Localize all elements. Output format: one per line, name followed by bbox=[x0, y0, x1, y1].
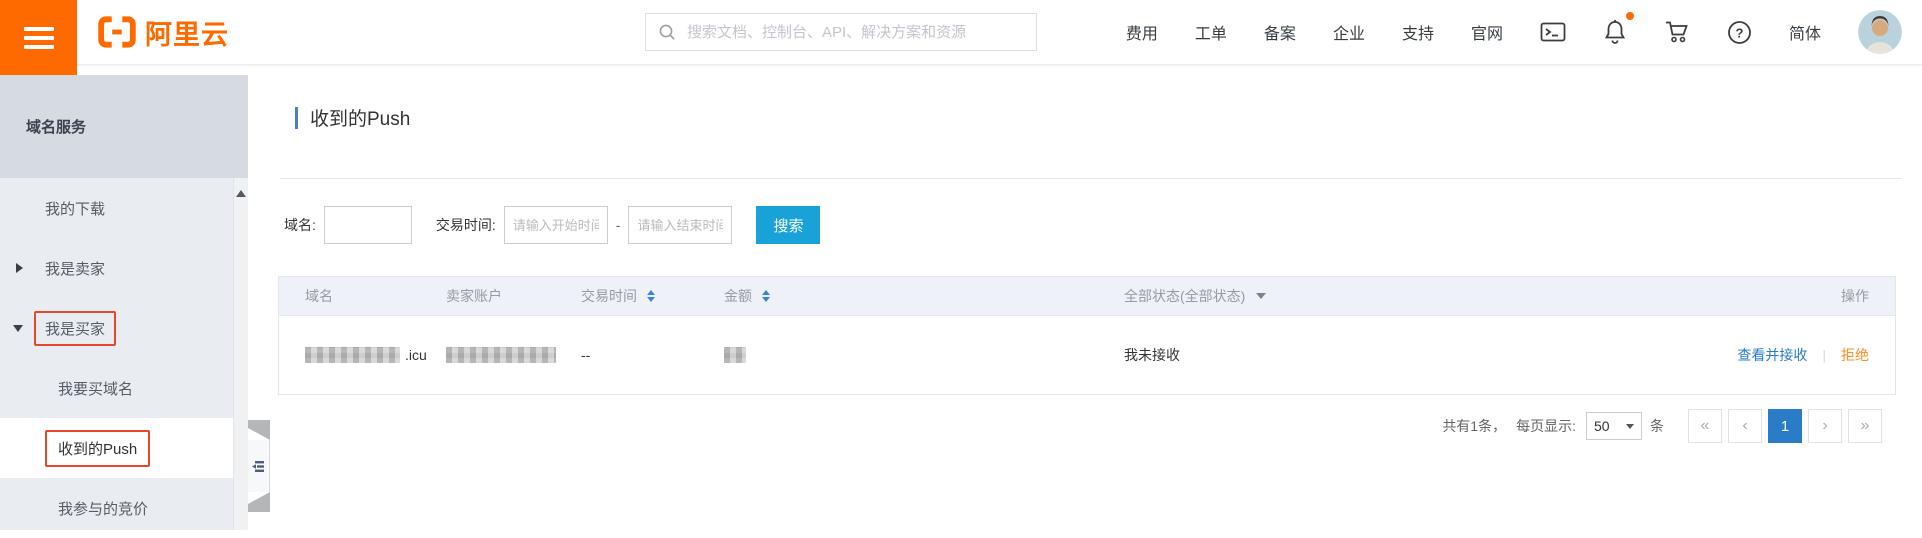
aliyun-logo-icon bbox=[98, 16, 136, 48]
sort-icon-amount[interactable] bbox=[762, 290, 770, 302]
redacted-amount-blur bbox=[724, 347, 746, 363]
notification-bell-icon[interactable] bbox=[1603, 19, 1627, 45]
sidebar-item-i-am-seller[interactable]: 我是卖家 bbox=[0, 238, 248, 298]
aliyun-logo[interactable]: 阿里云 bbox=[98, 0, 229, 64]
sidebar: 域名服务 我的下载 我是卖家 我是买家 我要买域名 收到的Push 我参与的竞价 bbox=[0, 64, 248, 530]
annotation-box-buyer: 我是买家 bbox=[34, 311, 116, 346]
col-actions: 操作 bbox=[1841, 277, 1869, 315]
domain-filter-input[interactable] bbox=[324, 206, 412, 244]
annotation-box-received-push: 收到的Push bbox=[45, 430, 150, 467]
chevron-right-icon bbox=[16, 263, 23, 273]
nav-support[interactable]: 支持 bbox=[1402, 20, 1434, 44]
row-amount bbox=[724, 316, 746, 394]
filter-bar: 域名: 交易时间: - 搜索 bbox=[284, 205, 820, 245]
select-caret-icon bbox=[1626, 424, 1634, 429]
header-nav: 费用 工单 备案 企业 支持 官网 bbox=[1126, 0, 1902, 64]
range-separator: - bbox=[616, 217, 621, 233]
nav-enterprise[interactable]: 企业 bbox=[1333, 20, 1365, 44]
table-header-row: 域名 卖家账户 交易时间 金额 全部状态(全部状态) bbox=[279, 277, 1895, 316]
title-divider bbox=[280, 178, 1902, 179]
domain-filter-label: 域名: bbox=[284, 215, 316, 235]
view-and-accept-link[interactable]: 查看并接收 bbox=[1737, 345, 1807, 365]
sidebar-item-received-push[interactable]: 收到的Push bbox=[0, 418, 248, 478]
push-table: 域名 卖家账户 交易时间 金额 全部状态(全部状态) bbox=[278, 276, 1896, 395]
first-page-button[interactable]: « bbox=[1688, 409, 1722, 443]
svg-text:?: ? bbox=[1736, 25, 1744, 40]
time-filter-label: 交易时间: bbox=[436, 215, 496, 235]
dropdown-caret-icon bbox=[1256, 293, 1266, 299]
sidebar-item-i-am-buyer[interactable]: 我是买家 bbox=[0, 298, 248, 358]
sidebar-collapse-handle[interactable] bbox=[248, 420, 270, 512]
sidebar-item-my-auctions[interactable]: 我参与的竞价 bbox=[0, 478, 248, 538]
search-icon bbox=[658, 23, 676, 41]
sidebar-item-buy-domain[interactable]: 我要买域名 bbox=[0, 358, 248, 418]
col-status-filter[interactable]: 全部状态(全部状态) bbox=[1124, 277, 1266, 315]
redacted-domain-blur bbox=[305, 347, 400, 363]
table-row: .icu -- 我未接收 查看并接收 | 拒绝 bbox=[279, 316, 1895, 394]
aliyun-logo-text: 阿里云 bbox=[145, 13, 229, 52]
title-accent-bar bbox=[295, 107, 298, 129]
sort-icon-time[interactable] bbox=[647, 290, 655, 302]
nav-website[interactable]: 官网 bbox=[1471, 20, 1503, 44]
last-page-button[interactable]: » bbox=[1848, 409, 1882, 443]
start-time-input[interactable] bbox=[504, 206, 608, 244]
total-count-text: 共有1条， bbox=[1442, 416, 1506, 436]
help-icon[interactable]: ? bbox=[1727, 20, 1752, 45]
chevron-down-icon bbox=[13, 325, 23, 332]
search-button[interactable]: 搜索 bbox=[756, 206, 820, 244]
language-switch[interactable]: 简体 bbox=[1789, 20, 1821, 44]
user-avatar[interactable] bbox=[1858, 10, 1902, 54]
search-input[interactable] bbox=[685, 23, 1024, 42]
col-transaction-time: 交易时间 bbox=[581, 277, 655, 315]
top-header: 阿里云 费用 工单 备案 企业 支持 官网 bbox=[0, 0, 1922, 65]
pagination-bar: 共有1条， 每页显示: 50 条 « ‹ 1 › » bbox=[1442, 408, 1882, 444]
row-status: 我未接收 bbox=[1124, 316, 1180, 394]
col-seller-account: 卖家账户 bbox=[446, 277, 502, 315]
row-transaction-time: -- bbox=[581, 316, 590, 394]
row-seller-account bbox=[446, 316, 556, 394]
sidebar-scrollbar[interactable] bbox=[233, 178, 248, 530]
prev-page-button[interactable]: ‹ bbox=[1728, 409, 1762, 443]
row-actions: 查看并接收 | 拒绝 bbox=[1737, 316, 1869, 394]
redacted-account-blur bbox=[446, 347, 556, 363]
hamburger-menu-button[interactable] bbox=[0, 0, 77, 75]
sidebar-item-my-downloads[interactable]: 我的下载 bbox=[0, 178, 248, 238]
nav-tickets[interactable]: 工单 bbox=[1195, 20, 1227, 44]
console-terminal-icon[interactable] bbox=[1540, 21, 1566, 43]
nav-icp[interactable]: 备案 bbox=[1264, 20, 1296, 44]
per-page-label: 每页显示: bbox=[1516, 416, 1576, 436]
next-page-button[interactable]: › bbox=[1808, 409, 1842, 443]
collapse-icon bbox=[252, 460, 265, 473]
cart-icon[interactable] bbox=[1664, 20, 1690, 44]
col-domain: 域名 bbox=[305, 277, 333, 315]
main-content: 收到的Push 域名: 交易时间: - 搜索 域名 卖家账户 交易时间 bbox=[262, 64, 1922, 530]
end-time-input[interactable] bbox=[628, 206, 732, 244]
page-title: 收到的Push bbox=[295, 104, 410, 131]
action-separator: | bbox=[1822, 347, 1826, 363]
domain-suffix: .icu bbox=[405, 347, 427, 363]
current-page-button[interactable]: 1 bbox=[1768, 409, 1802, 443]
global-search[interactable] bbox=[645, 13, 1037, 51]
reject-link[interactable]: 拒绝 bbox=[1841, 345, 1869, 365]
notification-badge-dot bbox=[1626, 12, 1634, 20]
per-page-unit: 条 bbox=[1650, 416, 1664, 436]
sidebar-title: 域名服务 bbox=[0, 75, 248, 178]
nav-billing[interactable]: 费用 bbox=[1126, 20, 1158, 44]
scroll-up-arrow-icon[interactable] bbox=[236, 190, 246, 197]
col-amount: 金额 bbox=[724, 277, 770, 315]
page-size-select[interactable]: 50 bbox=[1586, 412, 1642, 440]
row-domain: .icu bbox=[305, 316, 427, 394]
